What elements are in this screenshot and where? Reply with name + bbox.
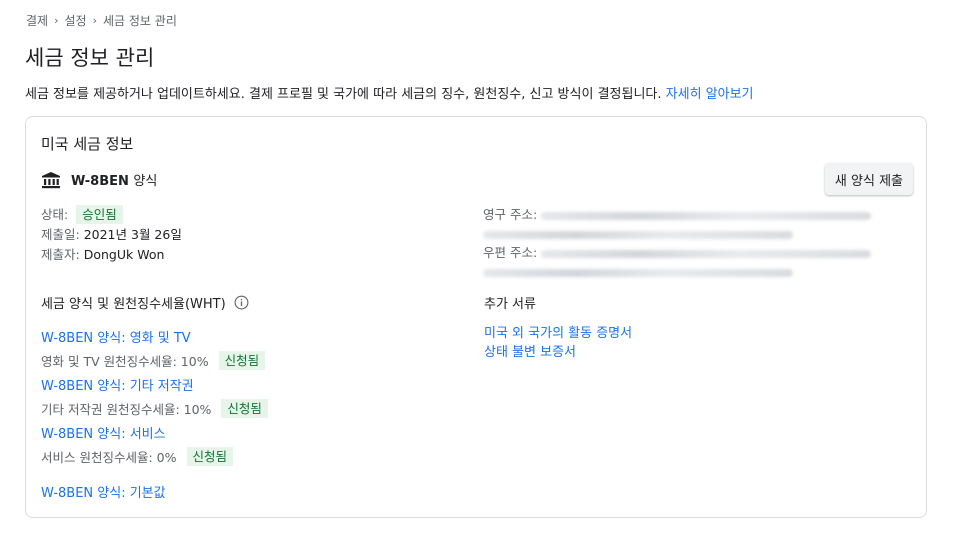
wht-rate-item: 영화 및 TV 원천징수세율: 10% 신청됨 bbox=[41, 348, 268, 372]
wht-rate-text: 영화 및 TV 원천징수세율: 10% bbox=[41, 353, 209, 369]
wht-rate-text: 기타 저작권 원천징수세율: 10% bbox=[41, 401, 212, 417]
docs-heading: 추가 서류 bbox=[484, 293, 536, 312]
submitter-name: DongUk Won bbox=[83, 247, 165, 262]
description-text: 세금 정보를 제공하거나 업데이트하세요. 결제 프로필 및 국가에 따라 세금… bbox=[25, 87, 662, 102]
wht-form-item: W-8BEN 양식: 서비스 bbox=[41, 420, 268, 444]
form-suffix: 양식 bbox=[133, 174, 158, 189]
applied-badge: 신청됨 bbox=[186, 446, 234, 466]
status-label: 상태: bbox=[41, 207, 69, 222]
mailing-address-label: 우편 주소: bbox=[483, 245, 538, 260]
form-name: W-8BEN 양식 bbox=[71, 170, 157, 189]
redacted-address bbox=[541, 211, 872, 220]
learn-more-link[interactable]: 자세히 알아보기 bbox=[666, 87, 754, 102]
page-description: 세금 정보를 제공하거나 업데이트하세요. 결제 프로필 및 국가에 따라 세금… bbox=[25, 83, 754, 102]
breadcrumb-item-billing[interactable]: 결제 bbox=[26, 12, 48, 29]
breadcrumb-separator: › bbox=[92, 14, 97, 27]
redacted-address bbox=[483, 268, 793, 277]
default-form-link[interactable]: W-8BEN 양식: 기본값 bbox=[41, 482, 166, 501]
page-title: 세금 정보 관리 bbox=[25, 46, 155, 70]
wht-rate-item: 서비스 원천징수세율: 0% 신청됨 bbox=[41, 444, 268, 468]
redacted-address bbox=[483, 230, 793, 239]
status-block: 상태: 승인됨 제출일: 2021년 3월 26일 제출자: DongUk Wo… bbox=[41, 205, 182, 265]
wht-rate-text: 서비스 원천징수세율: 0% bbox=[41, 449, 177, 465]
wht-rate-item: 기타 저작권 원천징수세율: 10% 신청됨 bbox=[41, 396, 268, 420]
redacted-address bbox=[541, 249, 872, 258]
submit-new-form-button[interactable]: 새 양식 제출 bbox=[824, 163, 913, 195]
breadcrumb-item-current: 세금 정보 관리 bbox=[103, 14, 177, 28]
submitter-label: 제출자: bbox=[41, 247, 80, 262]
submitted-label: 제출일: bbox=[41, 227, 80, 242]
form-code: W-8BEN bbox=[71, 174, 129, 189]
breadcrumb-separator: › bbox=[54, 14, 59, 27]
wht-heading-text: 세금 양식 및 원천징수세율(WHT) bbox=[41, 297, 226, 312]
submitted-date: 2021년 3월 26일 bbox=[83, 227, 182, 242]
doc-link-foreign-activity-certificate[interactable]: 미국 외 국가의 활동 증명서 bbox=[484, 324, 632, 343]
us-tax-info-card: 미국 세금 정보 W-8BEN 양식 새 양식 제출 상태: 승인됨 제출일: … bbox=[25, 116, 927, 518]
status-badge: 승인됨 bbox=[76, 205, 123, 224]
address-block: 영구 주소: 우편 주소: bbox=[483, 205, 872, 281]
wht-list: W-8BEN 양식: 영화 및 TV 영화 및 TV 원천징수세율: 10% 신… bbox=[41, 324, 268, 503]
wht-form-item: W-8BEN 양식: 영화 및 TV bbox=[41, 324, 268, 348]
docs-heading-text: 추가 서류 bbox=[484, 297, 536, 312]
permanent-address-label: 영구 주소: bbox=[483, 207, 538, 222]
wht-heading: 세금 양식 및 원천징수세율(WHT) bbox=[41, 293, 249, 312]
wht-form-item: W-8BEN 양식: 기타 저작권 bbox=[41, 372, 268, 396]
doc-link-status-warranty[interactable]: 상태 불변 보증서 bbox=[484, 343, 632, 362]
form-row: W-8BEN 양식 bbox=[41, 170, 157, 189]
info-icon[interactable] bbox=[234, 295, 249, 310]
docs-list: 미국 외 국가의 활동 증명서 상태 불변 보증서 bbox=[484, 324, 632, 362]
card-title: 미국 세금 정보 bbox=[41, 135, 134, 153]
breadcrumb: 결제 › 설정 › 세금 정보 관리 bbox=[26, 12, 177, 29]
wht-form-link[interactable]: W-8BEN 양식: 영화 및 TV bbox=[41, 327, 191, 346]
wht-form-item: W-8BEN 양식: 기본값 bbox=[41, 479, 268, 503]
applied-badge: 신청됨 bbox=[221, 398, 268, 418]
wht-form-link[interactable]: W-8BEN 양식: 서비스 bbox=[41, 423, 166, 442]
breadcrumb-item-settings[interactable]: 설정 bbox=[65, 12, 87, 29]
bank-icon bbox=[42, 171, 60, 188]
wht-form-link[interactable]: W-8BEN 양식: 기타 저작권 bbox=[41, 375, 194, 394]
applied-badge: 신청됨 bbox=[218, 350, 266, 370]
